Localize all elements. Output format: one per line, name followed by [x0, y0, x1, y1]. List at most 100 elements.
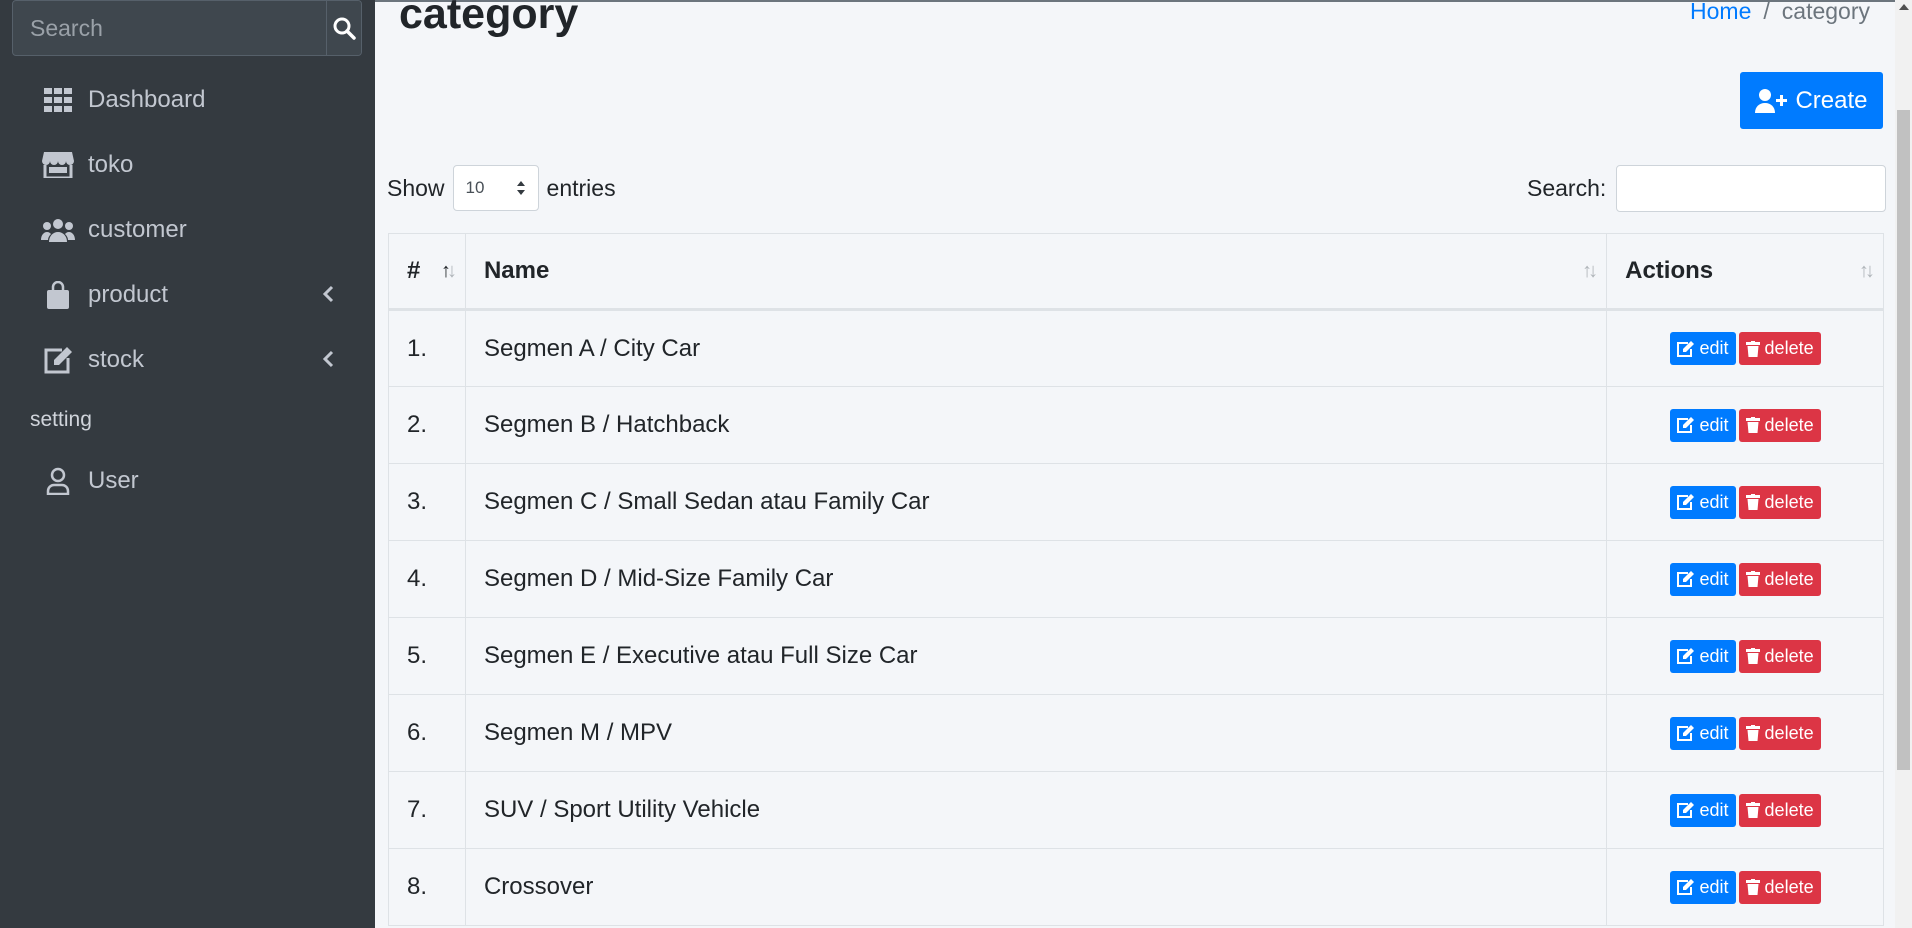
- breadcrumb-home-link[interactable]: Home: [1690, 0, 1751, 25]
- table-row: 7. SUV / Sport Utility Vehicle edit delete: [388, 771, 1884, 849]
- trash-icon: [1745, 648, 1760, 664]
- row-number: 6.: [388, 694, 466, 772]
- sidebar-item-stock[interactable]: stock: [12, 332, 362, 388]
- edit-button[interactable]: edit: [1669, 793, 1736, 827]
- edit-icon: [1676, 802, 1694, 818]
- sidebar-search: [12, 0, 362, 56]
- delete-button[interactable]: delete: [1738, 485, 1821, 519]
- trash-icon: [1745, 340, 1760, 357]
- users-icon: [38, 214, 78, 246]
- grid-icon: [38, 84, 78, 116]
- row-name: Segmen E / Executive atau Full Size Car: [464, 617, 1608, 695]
- edit-button[interactable]: edit: [1669, 639, 1736, 673]
- table-search-control: Search:: [1527, 165, 1887, 212]
- table-row: 8. Crossover edit delete: [388, 848, 1884, 926]
- entries-length-select[interactable]: 10: [452, 165, 539, 211]
- create-button[interactable]: Create: [1740, 72, 1883, 129]
- sidebar-item-user[interactable]: User: [12, 453, 362, 509]
- sidebar-item-label: toko: [88, 151, 134, 178]
- edit-icon: [1676, 571, 1694, 587]
- sidebar-item-product[interactable]: product: [12, 267, 362, 323]
- edit-button[interactable]: edit: [1669, 332, 1736, 365]
- edit-button[interactable]: edit: [1669, 562, 1736, 596]
- edit-button[interactable]: edit: [1669, 870, 1736, 904]
- row-number: 3.: [388, 463, 466, 541]
- column-header-number[interactable]: # ↑↓: [388, 233, 466, 311]
- row-number: 5.: [388, 617, 466, 695]
- sidebar-search-button[interactable]: [326, 1, 361, 55]
- category-table: # ↑↓ Name ↑↓ Actions ↑↓ 1. Segmen A / Cit…: [388, 233, 1884, 926]
- column-header-name[interactable]: Name ↑↓: [464, 233, 1608, 311]
- table-row: 3. Segmen C / Small Sedan atau Family Car…: [388, 463, 1884, 541]
- delete-button[interactable]: delete: [1738, 332, 1821, 365]
- sort-indicator-icon: ↑↓: [1582, 260, 1598, 282]
- scrollbar-thumb[interactable]: [1897, 110, 1910, 770]
- table-row: 6. Segmen M / MPV edit delete: [388, 694, 1884, 772]
- delete-button[interactable]: delete: [1738, 408, 1821, 442]
- edit-icon: [1676, 648, 1694, 664]
- sidebar-item-customer[interactable]: customer: [12, 202, 362, 258]
- row-name: Segmen A / City Car: [464, 309, 1608, 387]
- trash-icon: [1745, 494, 1760, 510]
- sidebar-item-dashboard[interactable]: Dashboard: [12, 72, 362, 128]
- table-body: 1. Segmen A / City Car edit delete 2. Segmen …: [388, 309, 1884, 926]
- row-number: 8.: [388, 848, 466, 926]
- table-search-input[interactable]: [1616, 165, 1887, 212]
- row-actions: edit delete: [1606, 309, 1884, 387]
- row-name: SUV / Sport Utility Vehicle: [464, 771, 1608, 849]
- edit-button[interactable]: edit: [1669, 408, 1736, 442]
- row-name: Segmen D / Mid-Size Family Car: [464, 540, 1608, 618]
- row-actions: edit delete: [1606, 694, 1884, 772]
- row-name: Segmen B / Hatchback: [464, 386, 1608, 464]
- page-title: category: [399, 0, 579, 38]
- vertical-scrollbar[interactable]: [1895, 0, 1912, 928]
- edit-icon: [1676, 340, 1694, 357]
- row-number: 2.: [388, 386, 466, 464]
- table-row: 5. Segmen E / Executive atau Full Size Ca…: [388, 617, 1884, 695]
- row-name: Segmen C / Small Sedan atau Family Car: [464, 463, 1608, 541]
- column-header-actions[interactable]: Actions ↑↓: [1606, 233, 1884, 311]
- delete-button[interactable]: delete: [1738, 716, 1821, 750]
- row-actions: edit delete: [1606, 848, 1884, 926]
- edit-icon: [1676, 417, 1694, 433]
- sidebar-section-header: setting: [30, 408, 92, 431]
- delete-button[interactable]: delete: [1738, 562, 1821, 596]
- entries-label: entries: [546, 174, 616, 201]
- delete-button[interactable]: delete: [1738, 639, 1821, 673]
- sidebar-item-label: Dashboard: [88, 86, 206, 113]
- sort-indicator-icon: ↑↓: [440, 260, 457, 282]
- user-plus-icon: [1755, 88, 1788, 113]
- length-control: Show 10 entries: [387, 165, 616, 211]
- table-row: 2. Segmen B / Hatchback edit delete: [388, 386, 1884, 464]
- sort-indicator-icon: ↑↓: [1859, 260, 1875, 282]
- trash-icon: [1745, 725, 1760, 741]
- row-number: 1.: [388, 309, 466, 387]
- store-icon: [38, 149, 78, 181]
- row-number: 4.: [388, 540, 466, 618]
- scroll-up-arrow-icon[interactable]: [1899, 4, 1909, 10]
- chevron-left-icon: [322, 350, 334, 368]
- table-row: 4. Segmen D / Mid-Size Family Car edit dele…: [388, 540, 1884, 618]
- row-name: Segmen M / MPV: [464, 694, 1608, 772]
- delete-button[interactable]: delete: [1738, 870, 1821, 904]
- table-row: 1. Segmen A / City Car edit delete: [388, 309, 1884, 387]
- select-arrows-icon: [516, 181, 525, 195]
- edit-icon: [1676, 494, 1694, 510]
- breadcrumb-separator: /: [1763, 0, 1770, 24]
- user-icon: [38, 465, 78, 497]
- edit-icon: [38, 344, 78, 376]
- trash-icon: [1745, 571, 1760, 587]
- row-actions: edit delete: [1606, 540, 1884, 618]
- show-label: Show: [387, 174, 445, 201]
- search-icon: [333, 17, 356, 40]
- sidebar-item-toko[interactable]: toko: [12, 137, 362, 193]
- sidebar-item-label: product: [88, 281, 169, 308]
- sidebar-search-input[interactable]: [13, 1, 326, 55]
- delete-button[interactable]: delete: [1738, 793, 1821, 827]
- edit-button[interactable]: edit: [1669, 716, 1736, 750]
- trash-icon: [1745, 879, 1760, 895]
- sidebar: Dashboard toko customer product stock se…: [0, 0, 375, 928]
- edit-button[interactable]: edit: [1669, 485, 1736, 519]
- chevron-left-icon: [322, 285, 334, 303]
- entries-length-value: 10: [465, 178, 485, 197]
